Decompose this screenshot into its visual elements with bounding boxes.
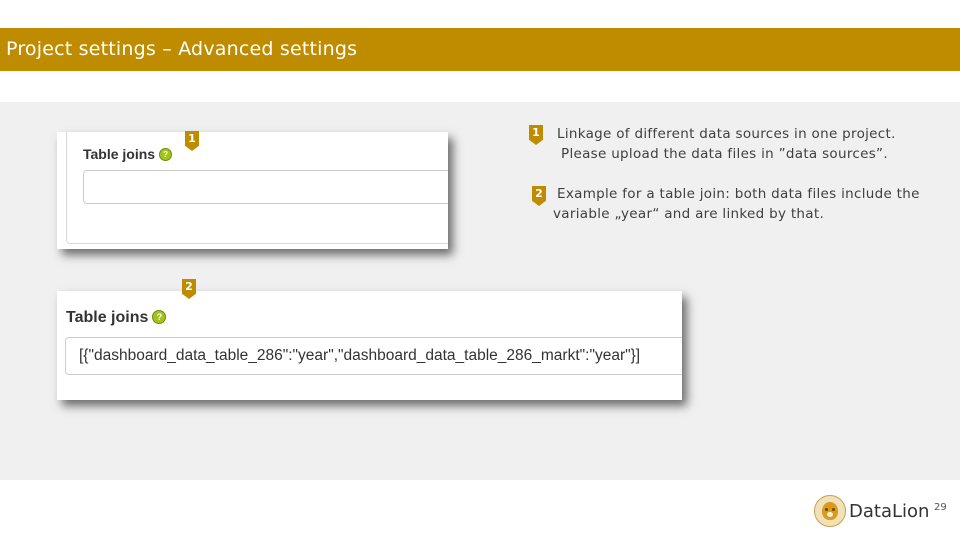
table-joins-input-value: [{"dashboard_data_table_286":"year","das… [79, 347, 641, 364]
marker-2-legend: 2 [532, 186, 546, 206]
explanation-1-line-1: Linkage of different data sources in one… [557, 126, 896, 142]
lion-eye-left [825, 508, 828, 511]
explanation-2-line-1: Example for a table join: both data file… [557, 186, 920, 202]
table-joins-input-filled[interactable]: [{"dashboard_data_table_286":"year","das… [65, 337, 682, 375]
brand-name: DataLion [849, 501, 930, 522]
lion-eye-right [832, 508, 835, 511]
slide-title: Project settings – Advanced settings [6, 38, 358, 60]
table-joins-label-wrap: Table joins? [66, 309, 167, 327]
lion-snout [827, 512, 833, 517]
explanation-2-line-2: variable „year“ and are linked by that. [553, 206, 825, 222]
table-joins-input-empty[interactable] [83, 170, 448, 204]
question-icon[interactable]: ? [159, 147, 173, 161]
datalion-logo-icon [814, 495, 846, 527]
page-number: 29 [934, 502, 947, 513]
settings-panel: Table joins? [66, 132, 448, 244]
explanation-1-line-2: Please upload the data files in ”data so… [561, 146, 888, 162]
screenshot-empty-table-joins: Table joins? [57, 132, 448, 249]
lion-face [822, 502, 838, 520]
table-joins-label-wrap: Table joins? [83, 146, 173, 162]
table-joins-label: Table joins [66, 309, 149, 326]
table-joins-label: Table joins [83, 146, 156, 162]
question-icon[interactable]: ? [152, 309, 167, 324]
content-area: Table joins? 1 Table joins? [{"dashboard… [0, 102, 960, 480]
screenshot-filled-table-joins: Table joins? [{"dashboard_data_table_286… [57, 291, 682, 400]
title-bar: Project settings – Advanced settings [0, 28, 960, 71]
marker-1-legend: 1 [529, 125, 543, 145]
